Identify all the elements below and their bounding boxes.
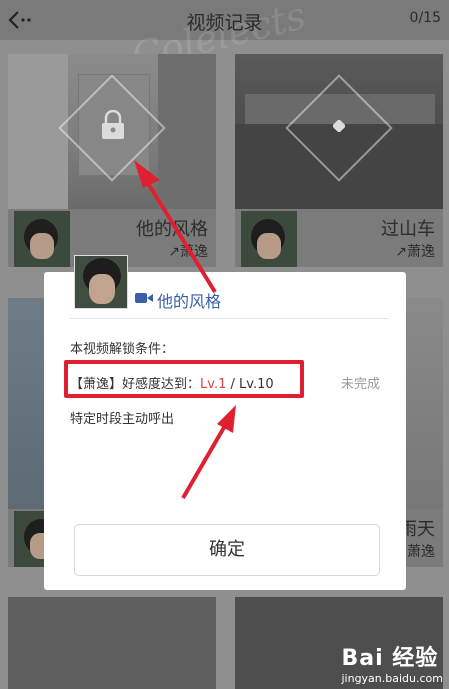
top-bar: Colelects 视频记录 0/15	[0, 0, 449, 79]
confirm-button[interactable]: 确定	[74, 524, 380, 576]
dialog-video-title: 他的风格	[157, 292, 222, 311]
avatar	[241, 211, 297, 267]
video-card-5[interactable]	[8, 597, 216, 689]
video-card-2[interactable]: 过山车 ↗萧逸	[235, 54, 443, 267]
video-title: 他的风格	[136, 219, 208, 240]
video-camera-icon	[135, 293, 153, 303]
expand-arrow-icon: ↗	[395, 244, 407, 260]
lock-icon	[333, 120, 345, 132]
character-avatar	[74, 255, 128, 309]
page-title: 视频记录	[186, 12, 263, 34]
video-author: ↗萧逸	[168, 244, 208, 260]
annotation-highlight-box	[64, 360, 304, 398]
video-card-1[interactable]: 他的风格 ↗萧逸	[8, 54, 216, 267]
unlock-conditions-dialog: 他的风格 本视频解锁条件： 【萧逸】好感度达到：Lv.1 / Lv.10 未完成…	[44, 255, 406, 590]
condition-note: 特定时段主动呼出	[70, 412, 175, 427]
video-thumbnail	[8, 54, 216, 209]
unlock-count: 0/15	[409, 10, 441, 26]
baidu-jingyan-watermark: Bai 经验 jingyan.baidu.com	[341, 646, 443, 685]
video-title: 过山车	[381, 219, 435, 240]
video-thumbnail	[235, 54, 443, 209]
lock-icon	[102, 110, 124, 139]
card-footer: 过山车 ↗萧逸	[235, 209, 443, 267]
avatar	[14, 211, 70, 267]
video-author: ↗萧逸	[395, 244, 435, 260]
unlock-condition-label: 本视频解锁条件：	[70, 342, 175, 357]
status-label: 未完成	[340, 377, 380, 392]
divider	[70, 318, 388, 319]
expand-arrow-icon: ↗	[168, 244, 180, 260]
